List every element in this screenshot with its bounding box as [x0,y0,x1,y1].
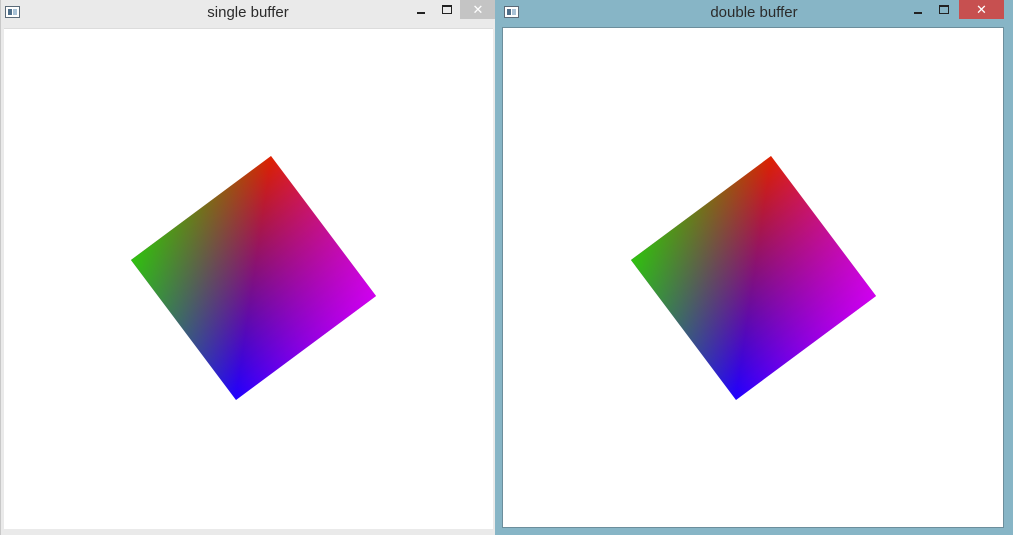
render-canvas[interactable] [502,27,1004,528]
double-buffer-window[interactable]: double buffer ✕ [495,0,1013,535]
minimize-icon[interactable] [907,0,929,19]
gradient-square [631,156,876,400]
window-app-icon[interactable] [504,6,519,18]
gradient-square [131,156,376,400]
render-canvas[interactable] [4,28,493,529]
maximize-icon[interactable] [436,0,458,19]
square-tint [131,156,376,400]
title-bar[interactable]: single buffer ✕ [1,0,496,27]
close-icon[interactable]: ✕ [959,0,1004,19]
maximize-icon[interactable] [933,0,955,19]
window-app-icon[interactable] [5,6,20,18]
square-tint [631,156,876,400]
title-bar[interactable]: double buffer ✕ [495,0,1013,27]
minimize-icon[interactable] [410,0,432,19]
close-icon[interactable]: ✕ [460,0,496,19]
single-buffer-window[interactable]: single buffer ✕ [0,0,496,535]
